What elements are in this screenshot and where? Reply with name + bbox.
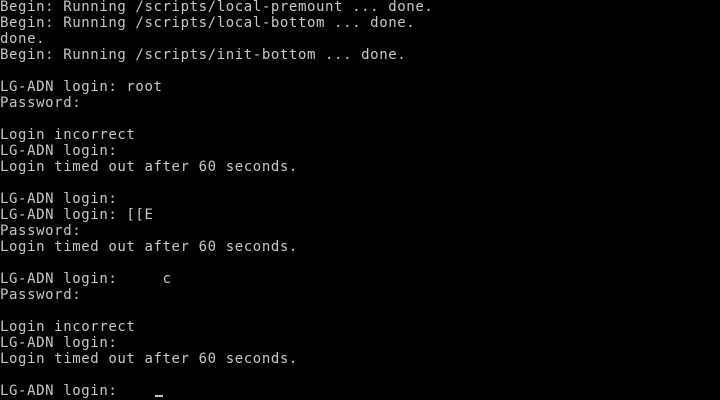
login-prompt-line[interactable]: LG-ADN login: <box>0 383 720 399</box>
console-line: Password: <box>0 95 82 111</box>
console-line: Begin: Running /scripts/local-bottom ...… <box>0 15 416 31</box>
console-line: Begin: Running /scripts/init-bottom ... … <box>0 47 407 63</box>
console-line: LG-ADN login: [[E <box>0 207 154 223</box>
text-cursor <box>154 395 163 397</box>
console-line: Password: <box>0 223 82 239</box>
console-line: Login incorrect <box>0 319 136 335</box>
terminal-console[interactable]: Begin: Running /scripts/local-premount .… <box>0 0 720 400</box>
console-line: LG-ADN login: root <box>0 79 163 95</box>
console-line: Password: <box>0 287 82 303</box>
console-line: Login timed out after 60 seconds. <box>0 351 298 367</box>
console-line: done. <box>0 31 46 47</box>
console-line: LG-ADN login: <box>0 335 118 351</box>
console-line: Login timed out after 60 seconds. <box>0 239 298 255</box>
console-line: Login timed out after 60 seconds. <box>0 159 298 175</box>
login-prompt: LG-ADN login: <box>0 383 154 399</box>
console-line: Begin: Running /scripts/local-premount .… <box>0 0 434 15</box>
console-line: LG-ADN login: c <box>0 271 172 287</box>
console-line: Login incorrect <box>0 127 136 143</box>
console-line: LG-ADN login: <box>0 191 118 207</box>
console-line: LG-ADN login: <box>0 143 118 159</box>
